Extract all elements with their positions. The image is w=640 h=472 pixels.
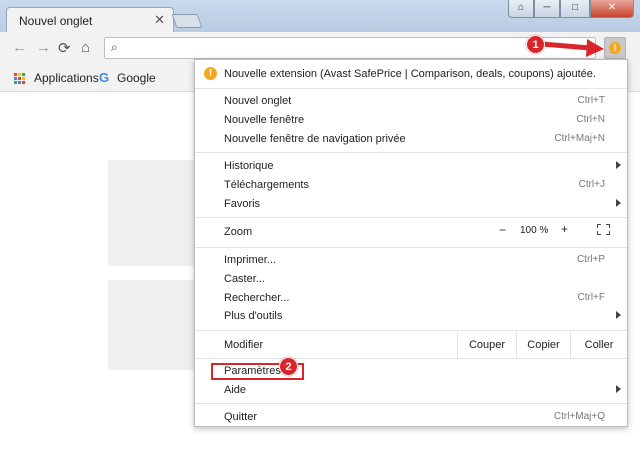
tab-new-tab[interactable]: Nouvel onglet ✕ <box>6 7 174 33</box>
apps-grid-dot <box>22 73 25 76</box>
menu-item-label: Modifier <box>224 339 264 351</box>
user-switch-button[interactable]: ⌂ <box>508 0 534 18</box>
chrome-menu: ! Nouvelle extension (Avast SafePrice | … <box>194 59 628 427</box>
submenu-arrow-icon <box>616 161 621 169</box>
apps-grid-icon[interactable] <box>14 73 25 84</box>
apps-grid-dot <box>22 77 25 80</box>
menu-divider <box>195 330 627 331</box>
apps-grid-dot <box>22 81 25 84</box>
fullscreen-icon[interactable] <box>597 224 610 235</box>
menu-item-label: Nouvelle fenêtre <box>224 114 305 126</box>
address-bar[interactable]: ⌕ <box>104 37 596 59</box>
menu-item-label: Aide <box>224 384 247 396</box>
menu-item-label: Historique <box>224 160 274 172</box>
menu-item-shortcut: Ctrl+J <box>578 179 605 190</box>
menu-item-label: Zoom <box>224 226 253 238</box>
annotation-arrow <box>540 39 604 57</box>
menu-item-shortcut: Ctrl+N <box>576 114 605 125</box>
cut-button[interactable]: Couper <box>457 332 516 358</box>
menu-item-find[interactable]: Rechercher... Ctrl+F <box>195 289 627 308</box>
menu-item-label: Plus d'outils <box>224 310 283 322</box>
menu-button[interactable]: ! <box>604 37 626 59</box>
menu-item-label: Nouvel onglet <box>224 95 292 107</box>
bookmark-google[interactable]: Google <box>117 71 156 85</box>
step-badge-2: 2 <box>279 357 298 376</box>
menu-item-more-tools[interactable]: Plus d'outils <box>195 307 627 326</box>
menu-item-shortcut: Ctrl+P <box>576 254 605 265</box>
home-icon[interactable]: ⌂ <box>81 39 90 56</box>
apps-grid-dot <box>18 77 21 80</box>
menu-item-label: Quitter <box>224 411 258 423</box>
new-tab-button[interactable] <box>171 14 203 28</box>
menu-divider <box>195 152 627 153</box>
submenu-arrow-icon <box>616 385 621 393</box>
window-controls: ⌂ ─ □ ✕ <box>508 0 634 20</box>
minimize-button[interactable]: ─ <box>534 0 560 18</box>
reload-icon[interactable]: ⟳ <box>58 39 71 57</box>
apps-grid-dot <box>14 81 17 84</box>
extension-notice-text: Nouvelle extension (Avast SafePrice | Co… <box>224 68 596 80</box>
menu-item-history[interactable]: Historique <box>195 157 627 176</box>
menu-item-downloads[interactable]: Téléchargements Ctrl+J <box>195 176 627 195</box>
menu-item-new-window[interactable]: Nouvelle fenêtre Ctrl+N <box>195 111 627 130</box>
paste-button[interactable]: Coller <box>570 332 627 358</box>
menu-item-label: Imprimer... <box>224 254 276 266</box>
menu-item-shortcut: Ctrl+F <box>577 292 606 303</box>
menu-item-exit[interactable]: Quitter Ctrl+Maj+Q <box>195 408 627 427</box>
apps-grid-dot <box>18 81 21 84</box>
menu-divider <box>195 403 627 404</box>
menu-item-label: Favoris <box>224 198 261 210</box>
menu-item-label: Téléchargements <box>224 179 309 191</box>
menu-item-new-tab[interactable]: Nouvel onglet Ctrl+T <box>195 92 627 111</box>
copy-button[interactable]: Copier <box>516 332 570 358</box>
zoom-out-button[interactable]: − <box>499 223 506 237</box>
menu-item-label: Rechercher... <box>224 292 290 304</box>
search-icon: ⌕ <box>111 40 118 54</box>
menu-item-shortcut: Ctrl+T <box>577 95 606 106</box>
menu-item-help[interactable]: Aide <box>195 381 627 400</box>
apps-grid-dot <box>18 73 21 76</box>
bookmark-applications[interactable]: Applications <box>34 71 99 85</box>
warning-icon: ! <box>204 67 217 80</box>
close-window-button[interactable]: ✕ <box>590 0 634 18</box>
zoom-level: 100 % <box>520 225 549 236</box>
menu-divider <box>195 247 627 248</box>
extension-notice[interactable]: ! Nouvelle extension (Avast SafePrice | … <box>195 60 627 88</box>
menu-item-label: Nouvelle fenêtre de navigation privée <box>224 133 406 145</box>
back-arrow-icon[interactable]: ← <box>12 39 27 56</box>
menu-item-print[interactable]: Imprimer... Ctrl+P <box>195 251 627 270</box>
menu-item-label: Caster... <box>224 273 265 285</box>
most-visited-tile[interactable] <box>108 160 198 266</box>
apps-grid-dot <box>14 77 17 80</box>
forward-arrow-icon[interactable]: → <box>36 39 51 56</box>
submenu-arrow-icon <box>616 199 621 207</box>
menu-item-shortcut: Ctrl+Maj+Q <box>553 411 605 422</box>
menu-item-incognito[interactable]: Nouvelle fenêtre de navigation privée Ct… <box>195 130 627 149</box>
warning-icon: ! <box>609 42 621 54</box>
menu-divider <box>195 217 627 218</box>
tab-title: Nouvel onglet <box>19 14 93 28</box>
restore-button[interactable]: □ <box>560 0 590 18</box>
step-badge-1: 1 <box>526 35 545 54</box>
menu-item-edit: Modifier Couper Copier Coller <box>195 332 627 358</box>
zoom-in-button[interactable]: + <box>561 222 568 236</box>
menu-divider <box>195 358 627 359</box>
apps-grid-dot <box>14 73 17 76</box>
submenu-arrow-icon <box>616 311 621 319</box>
most-visited-tile[interactable] <box>108 280 198 370</box>
menu-divider <box>195 88 627 89</box>
tab-close-icon[interactable]: ✕ <box>154 12 165 28</box>
title-bar: Nouvel onglet ✕ ⌂ ─ □ ✕ <box>0 0 640 33</box>
menu-item-shortcut: Ctrl+Maj+N <box>554 133 605 144</box>
menu-item-bookmarks[interactable]: Favoris <box>195 195 627 214</box>
menu-item-cast[interactable]: Caster... <box>195 270 627 289</box>
google-icon: G <box>99 70 110 85</box>
